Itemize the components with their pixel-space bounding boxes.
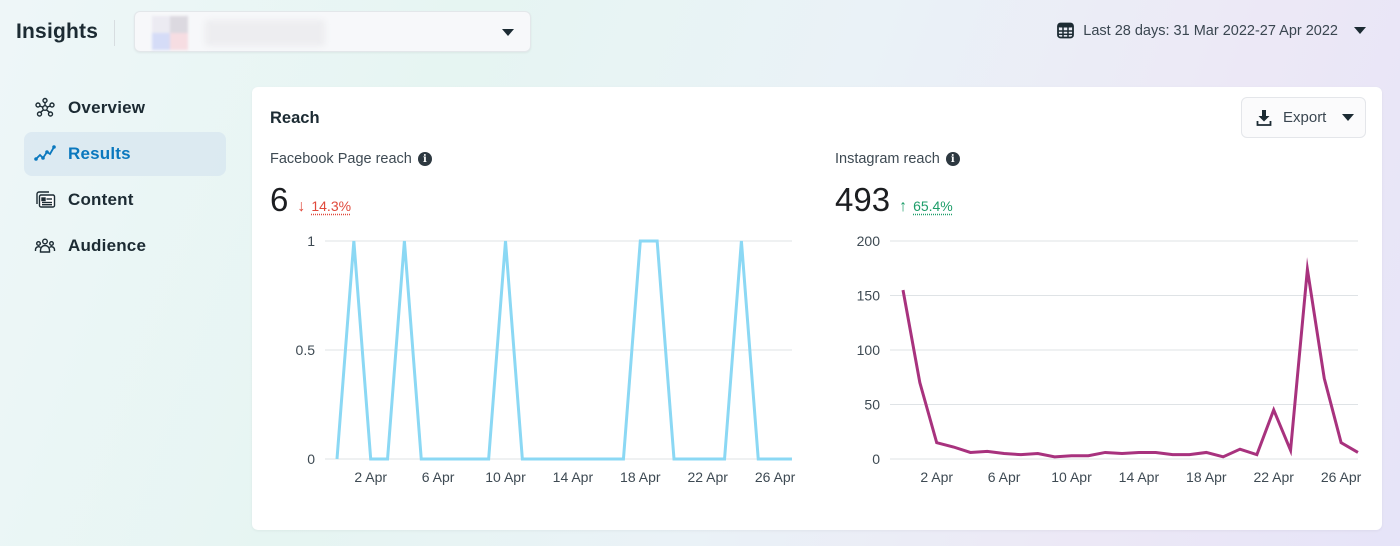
y-tick-label: 100 [857, 342, 881, 358]
chevron-down-icon [502, 29, 514, 36]
y-tick-label: 50 [864, 397, 880, 413]
data-point[interactable]: 12 Apr: 6 [1099, 446, 1111, 458]
data-point[interactable]: 31 Mar: 155 [897, 284, 909, 296]
y-tick-label: 0 [872, 451, 880, 467]
date-range-label: Last 28 days: 31 Mar 2022-27 Apr 2022 [1083, 22, 1338, 39]
data-point[interactable]: 8 Apr: 5 [1032, 448, 1044, 460]
x-tick-label: 22 Apr [1253, 469, 1294, 485]
avatar-pixel [170, 16, 188, 33]
avatar-pixel [152, 16, 170, 33]
data-point[interactable]: 15 Apr: 6 [1150, 446, 1162, 458]
data-point[interactable]: 16 Apr: 4 [1167, 449, 1179, 461]
data-point[interactable]: 26 Apr: 15 [1335, 437, 1347, 449]
sidebar-item-label: Content [68, 190, 134, 209]
page-selector-dropdown[interactable] [134, 11, 531, 52]
data-point[interactable]: 25 Apr: 74 [1318, 372, 1330, 384]
data-point[interactable]: 1 Apr: 70 [914, 377, 926, 389]
data-point[interactable]: 24 Apr: 174 [1301, 263, 1313, 275]
sidebar-item-results[interactable]: Results [24, 132, 226, 176]
top-bar: Insights Last 28 days: 31 Mar 2022-27 Ap… [0, 0, 1400, 64]
overview-network-icon [35, 97, 55, 117]
data-point[interactable]: 22 Apr: 45 [1268, 404, 1280, 416]
instagram-reach-chart: 0 50 100 150 200 2 Apr 6 Apr 10 Apr 14 Apr 18 Apr… [857, 233, 1364, 485]
data-point[interactable]: 4 Apr: 6 [964, 446, 976, 458]
audience-people-icon [34, 238, 56, 253]
calendar-icon [1057, 22, 1075, 39]
sidebar-item-content[interactable]: Content [24, 178, 226, 222]
x-tick-label: 26 Apr [1321, 469, 1362, 485]
data-point[interactable]: 14 Apr: 6 [1133, 446, 1145, 458]
avatar-pixel [170, 33, 188, 50]
y-tick-label: 150 [857, 288, 881, 304]
sidebar-item-label: Overview [68, 98, 146, 117]
data-point[interactable]: 23 Apr: 8 [1285, 444, 1297, 456]
results-trend-icon [34, 145, 56, 161]
sidebar-item-audience[interactable]: Audience [24, 224, 226, 268]
data-point[interactable]: 21 Apr: 4 [1251, 449, 1263, 461]
content-cards-icon [36, 191, 56, 208]
x-tick-label: 14 Apr [1119, 469, 1160, 485]
page-avatar-redacted [152, 16, 188, 50]
x-tick-label: 2 Apr [920, 469, 953, 485]
data-point[interactable]: 5 Apr: 7 [981, 445, 993, 457]
data-point[interactable]: 6 Apr: 5 [998, 448, 1010, 460]
data-point[interactable]: 20 Apr: 9 [1234, 443, 1246, 455]
data-point[interactable]: 19 Apr: 2 [1217, 451, 1229, 463]
sidebar-item-label: Audience [68, 236, 147, 255]
reach-card: Reach Export Facebook Page reach i 6 ↓ 1… [252, 87, 1382, 530]
data-point[interactable]: 18 Apr: 6 [1200, 446, 1212, 458]
sidebar-item-label: Results [68, 144, 131, 163]
app-title: Insights [16, 20, 99, 43]
data-point[interactable]: 27 Apr: 6 [1352, 446, 1364, 458]
page-name-redacted [205, 20, 325, 46]
x-tick-label: 6 Apr [988, 469, 1021, 485]
sidebar-nav: Overview Results Content Audience [24, 86, 226, 270]
x-tick-label: 10 Apr [1051, 469, 1092, 485]
chevron-down-icon [1354, 27, 1366, 34]
data-point[interactable]: 7 Apr: 4 [1015, 449, 1027, 461]
data-point[interactable]: 9 Apr: 2 [1049, 451, 1061, 463]
avatar-pixel [152, 33, 170, 50]
series-line [901, 257, 1359, 459]
date-range-picker[interactable]: Last 28 days: 31 Mar 2022-27 Apr 2022 [1057, 22, 1366, 39]
sidebar-item-overview[interactable]: Overview [24, 86, 226, 130]
x-tick-label: 18 Apr [1186, 469, 1227, 485]
data-point[interactable]: 2 Apr: 15 [931, 437, 943, 449]
y-tick-label: 200 [857, 233, 881, 249]
data-point[interactable]: 10 Apr: 3 [1066, 450, 1078, 462]
data-point[interactable]: 17 Apr: 4 [1183, 449, 1195, 461]
title-divider [114, 20, 115, 46]
data-point[interactable]: 3 Apr: 11 [948, 441, 960, 453]
data-point[interactable]: 13 Apr: 5 [1116, 448, 1128, 460]
data-point[interactable]: 11 Apr: 3 [1082, 450, 1094, 462]
